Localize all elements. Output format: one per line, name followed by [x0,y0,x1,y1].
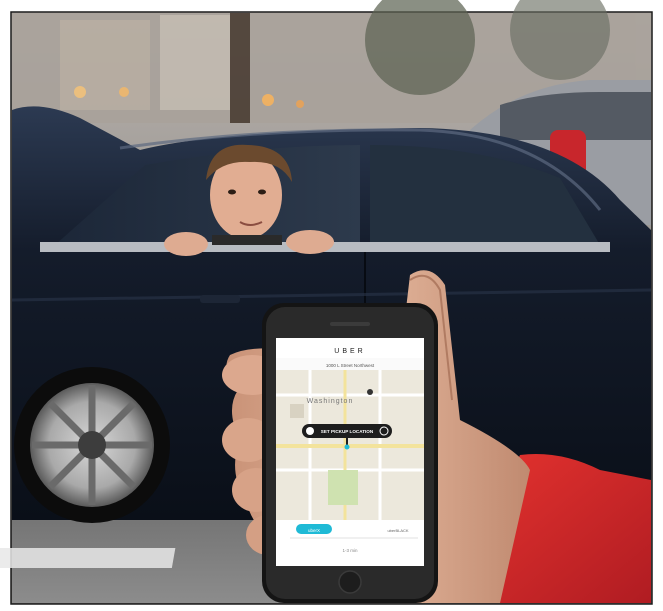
photo: UBER 1000 L Street Northwest Washington … [0,0,663,611]
uber-brand: UBER [334,348,365,355]
map-city-label: Washington [307,398,354,405]
tab-uberblack[interactable]: uberBLACK [387,528,408,533]
tab-uberx[interactable]: uberX [308,528,320,533]
set-pickup-button[interactable]: SET PICKUP LOCATION [321,429,374,434]
address-bar-text: 1000 L Street Northwest [326,363,375,368]
eta-hint: 1-3 min [342,548,358,553]
